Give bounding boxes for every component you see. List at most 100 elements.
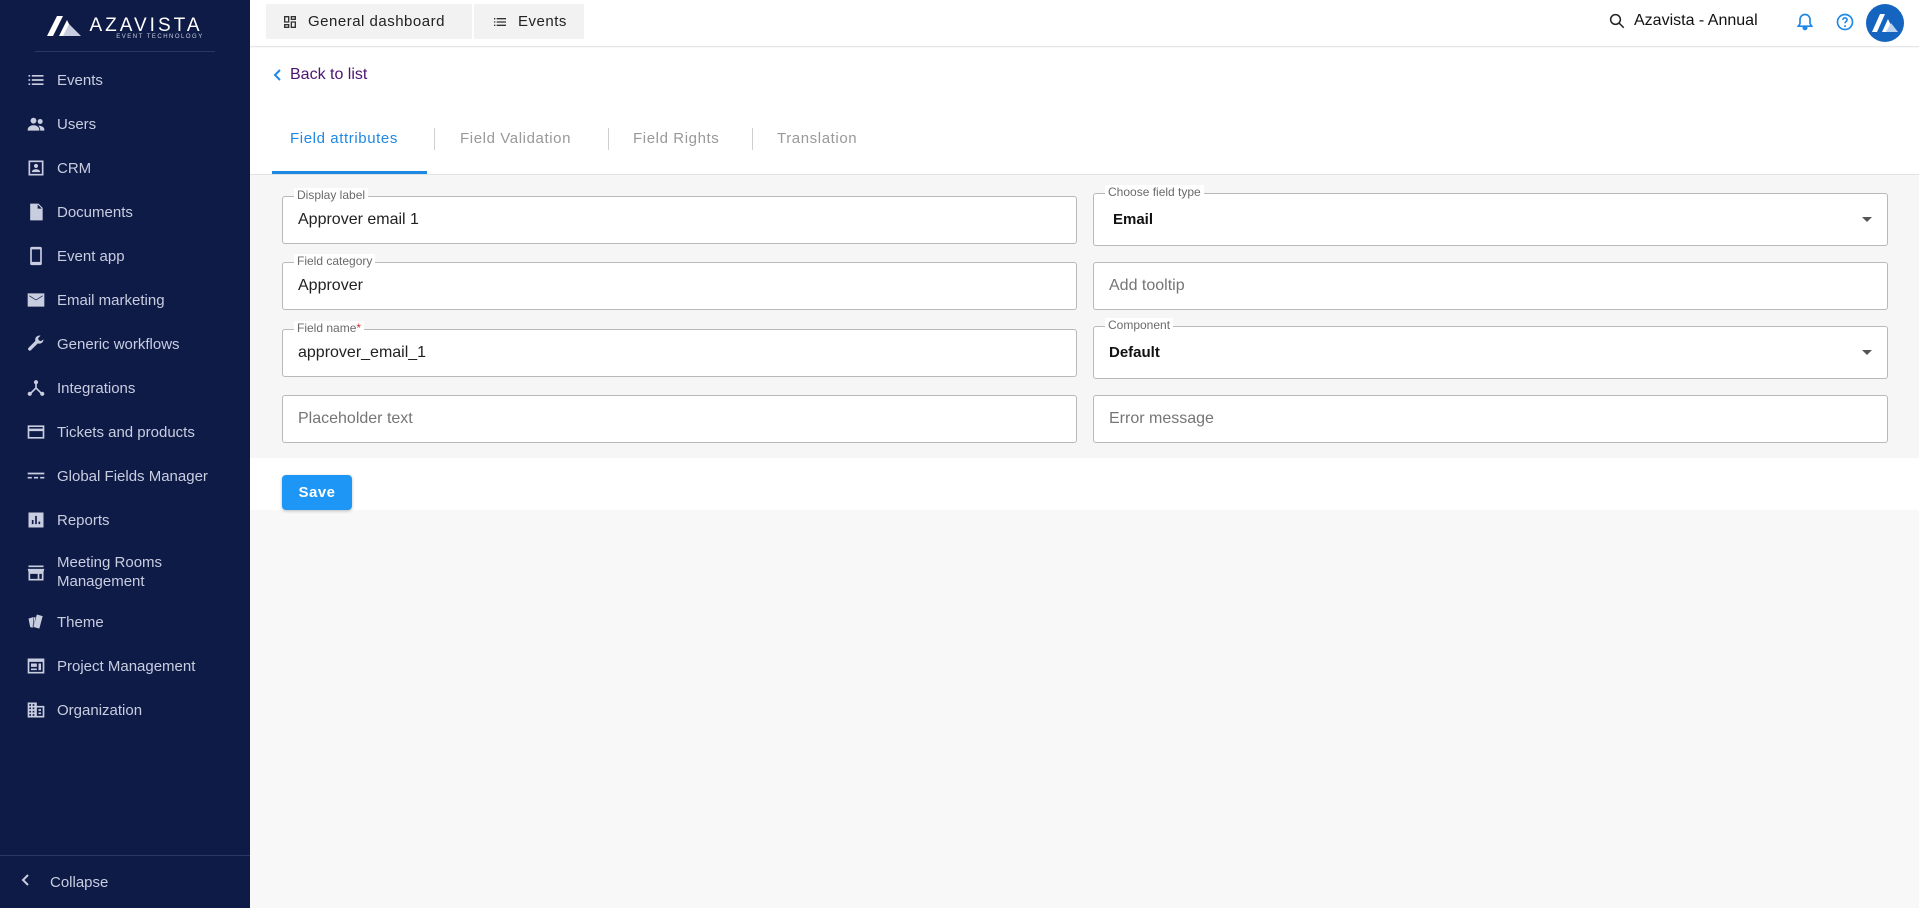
chevron-left-icon — [273, 69, 281, 81]
search-icon — [1609, 13, 1625, 29]
document-icon — [25, 201, 47, 223]
event-search-text: Azavista - Annual — [1634, 12, 1758, 29]
sidebar-item-label: Reports — [57, 511, 110, 529]
sidebar-item-label: CRM — [57, 159, 92, 177]
topbar: General dashboard Events Azavista - Annu… — [250, 0, 1919, 47]
contact-card-icon — [25, 157, 47, 179]
sidebar-item-label: Events — [57, 71, 103, 89]
chevron-left-icon — [18, 872, 34, 888]
field-type-value: Email — [1113, 211, 1154, 228]
error-message-input[interactable]: Error message — [1093, 395, 1888, 443]
sidebar-item-label: Tickets and products — [57, 423, 195, 441]
help-button[interactable] — [1835, 12, 1855, 32]
sidebar-item-label-line2: Management — [57, 573, 145, 590]
sidebar: AZAVISTA EVENT TECHNOLOGY Events Users C… — [0, 0, 250, 908]
sidebar-item-event-app[interactable]: Event app — [0, 245, 250, 267]
sidebar-item-label: Global Fields Manager — [57, 467, 208, 485]
wrench-icon — [25, 333, 47, 355]
field-category-value: Approver — [298, 277, 363, 294]
back-to-list-label: Back to list — [290, 66, 368, 83]
bell-icon — [1796, 13, 1814, 31]
sidebar-item-documents[interactable]: Documents — [0, 201, 250, 223]
component-value: Default — [1109, 344, 1160, 361]
sidebar-item-label: Event app — [57, 247, 125, 265]
event-search[interactable]: Azavista - Annual — [1608, 12, 1762, 30]
collapse-button[interactable]: Collapse — [0, 855, 250, 908]
sidebar-item-organization[interactable]: Organization — [0, 699, 250, 721]
field-name-field[interactable]: Field name* approver_email_1 — [282, 321, 1077, 377]
display-label-field[interactable]: Display label Approver email 1 — [282, 188, 1077, 244]
user-avatar[interactable] — [1866, 4, 1904, 42]
sidebar-item-label: Meeting Rooms — [57, 554, 163, 571]
fields-icon — [25, 465, 47, 487]
azavista-avatar-icon — [1872, 14, 1898, 32]
save-button[interactable]: Save — [282, 475, 352, 510]
dashboard-window-icon — [25, 655, 47, 677]
tab-field-rights[interactable]: Field Rights — [633, 130, 719, 147]
sidebar-item-reports[interactable]: Reports — [0, 509, 250, 531]
dropdown-caret-icon — [1862, 216, 1872, 222]
sidebar-item-label: Documents — [57, 203, 133, 221]
back-to-list-link[interactable]: Back to list — [272, 66, 367, 84]
top-tab-general-dashboard[interactable]: General dashboard — [266, 4, 472, 39]
building-icon — [25, 699, 47, 721]
users-icon — [25, 113, 47, 135]
sidebar-item-label: Project Management — [57, 657, 196, 675]
network-icon — [25, 377, 47, 399]
form-actions — [250, 458, 1919, 510]
sidebar-item-label: Organization — [57, 701, 143, 719]
brand-logo[interactable]: AZAVISTA EVENT TECHNOLOGY — [0, 0, 250, 50]
sidebar-item-users[interactable]: Users — [0, 113, 250, 135]
sidebar-item-events[interactable]: Events — [0, 69, 250, 91]
sidebar-item-label: Users — [57, 115, 97, 133]
chart-icon — [25, 509, 47, 531]
tab-field-validation[interactable]: Field Validation — [460, 130, 571, 147]
sidebar-item-crm[interactable]: CRM — [0, 157, 250, 179]
tab-separator — [608, 128, 609, 150]
field-type-select[interactable]: Choose field type Email — [1093, 185, 1888, 246]
tab-separator — [752, 128, 753, 150]
brand-tagline: EVENT TECHNOLOGY — [116, 33, 204, 40]
notifications-button[interactable] — [1795, 12, 1815, 32]
tab-field-attributes[interactable]: Field attributes — [290, 130, 398, 147]
sidebar-item-project-management[interactable]: Project Management — [0, 655, 250, 677]
component-select[interactable]: Component Default — [1093, 318, 1888, 379]
store-icon — [25, 562, 47, 584]
sidebar-item-label: Email marketing — [57, 291, 165, 309]
logo-divider — [35, 51, 215, 52]
top-tab-label: General dashboard — [308, 13, 445, 30]
list-icon — [25, 69, 47, 91]
error-message-placeholder: Error message — [1109, 410, 1214, 427]
tab-separator — [434, 128, 435, 150]
field-category-field[interactable]: Field category Approver — [282, 254, 1077, 310]
sidebar-item-label: Generic workflows — [57, 335, 180, 353]
list-icon — [494, 17, 506, 26]
top-tab-events[interactable]: Events — [474, 4, 584, 39]
sidebar-item-global-fields-manager[interactable]: Global Fields Manager — [0, 465, 250, 487]
sidebar-item-generic-workflows[interactable]: Generic workflows — [0, 333, 250, 355]
display-label-value: Approver email 1 — [298, 211, 419, 228]
tooltip-input[interactable]: Add tooltip — [1093, 262, 1888, 310]
mail-icon — [25, 289, 47, 311]
page-header — [250, 48, 1919, 175]
field-name-value: approver_email_1 — [298, 344, 427, 361]
azavista-logo-icon — [47, 15, 82, 36]
sidebar-item-theme[interactable]: Theme — [0, 611, 250, 633]
active-tab-indicator — [272, 171, 427, 174]
card-icon — [25, 421, 47, 443]
grid-icon — [284, 15, 296, 28]
sidebar-item-label: Theme — [57, 613, 104, 631]
tab-translation[interactable]: Translation — [777, 130, 857, 147]
palette-icon — [25, 611, 47, 633]
help-icon — [1836, 13, 1854, 31]
sidebar-item-integrations[interactable]: Integrations — [0, 377, 250, 399]
placeholder-text-input[interactable]: Placeholder text — [282, 395, 1077, 443]
dropdown-caret-icon — [1862, 349, 1872, 355]
sidebar-item-tickets-and-products[interactable]: Tickets and products — [0, 421, 250, 443]
sidebar-item-label: Integrations — [57, 379, 136, 397]
collapse-label: Collapse — [50, 873, 109, 891]
sidebar-item-email-marketing[interactable]: Email marketing — [0, 289, 250, 311]
phone-icon — [25, 245, 47, 267]
sidebar-item-meeting-rooms-management[interactable]: Meeting Rooms Management — [0, 553, 250, 593]
top-tab-label: Events — [518, 13, 567, 30]
